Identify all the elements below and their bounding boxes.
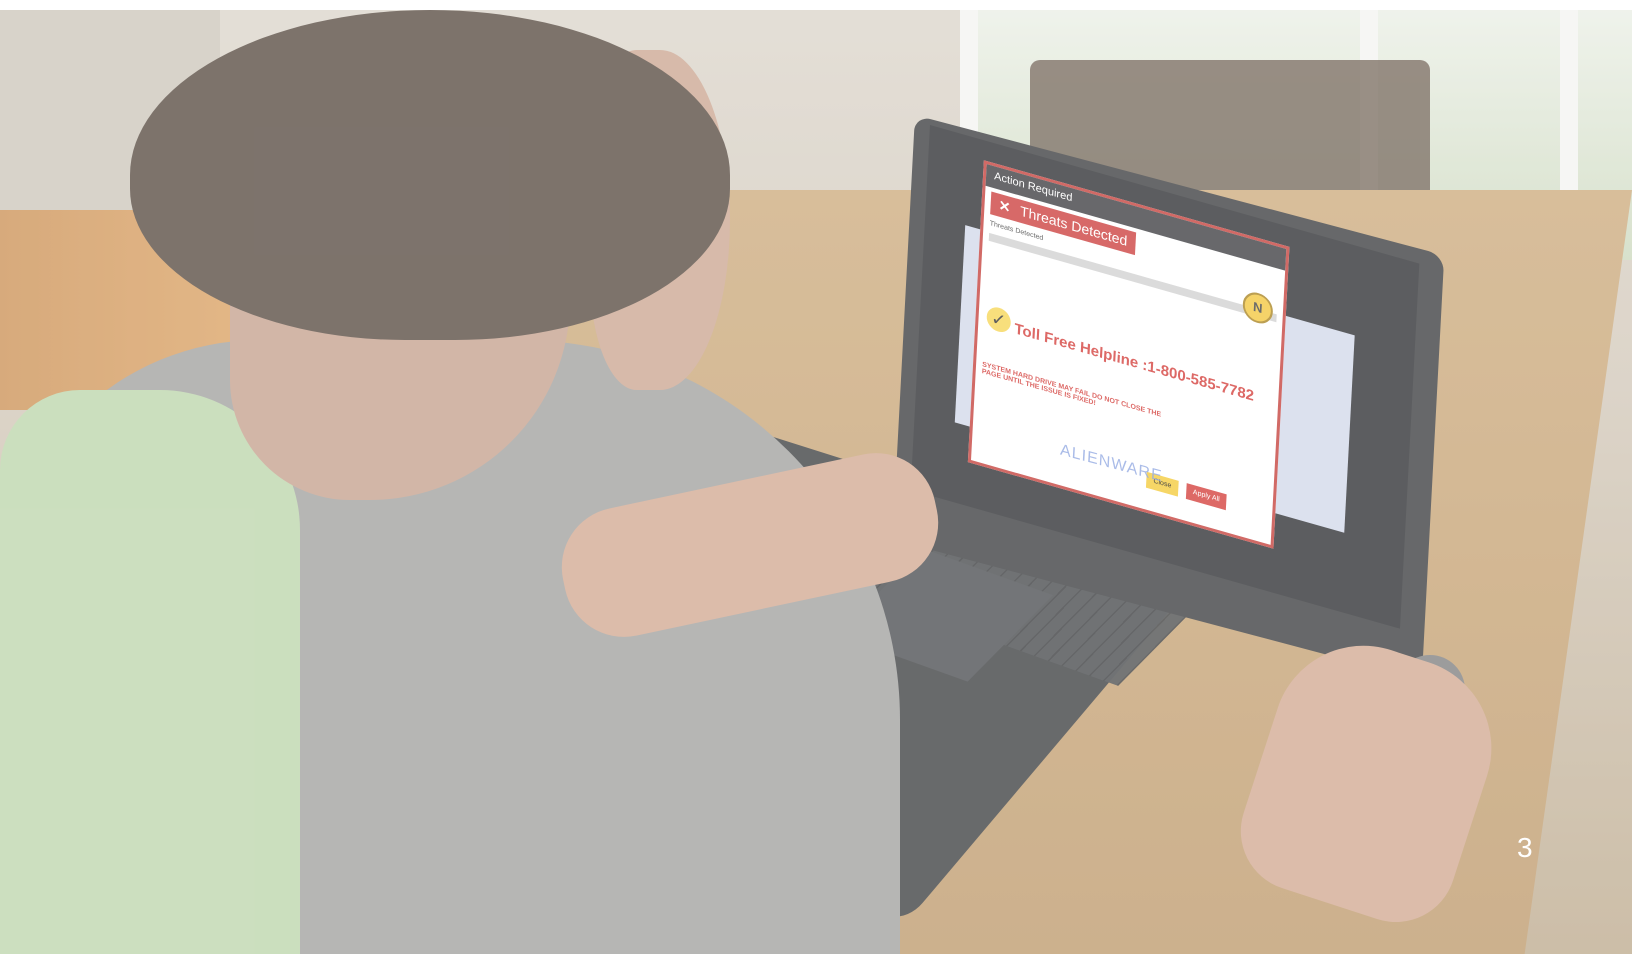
slide-number: 3 (1517, 832, 1533, 863)
person-sleeve (0, 390, 300, 954)
close-icon: ✕ (998, 196, 1011, 216)
photo-scene: Action Required ✕ Threats Detected Threa… (0, 10, 1632, 954)
checkmark-icon: ✓ (986, 304, 1012, 335)
scam-popup: Action Required ✕ Threats Detected Threa… (967, 160, 1290, 549)
person-hair (130, 10, 730, 340)
apply-all-button[interactable]: Apply All (1185, 483, 1227, 511)
